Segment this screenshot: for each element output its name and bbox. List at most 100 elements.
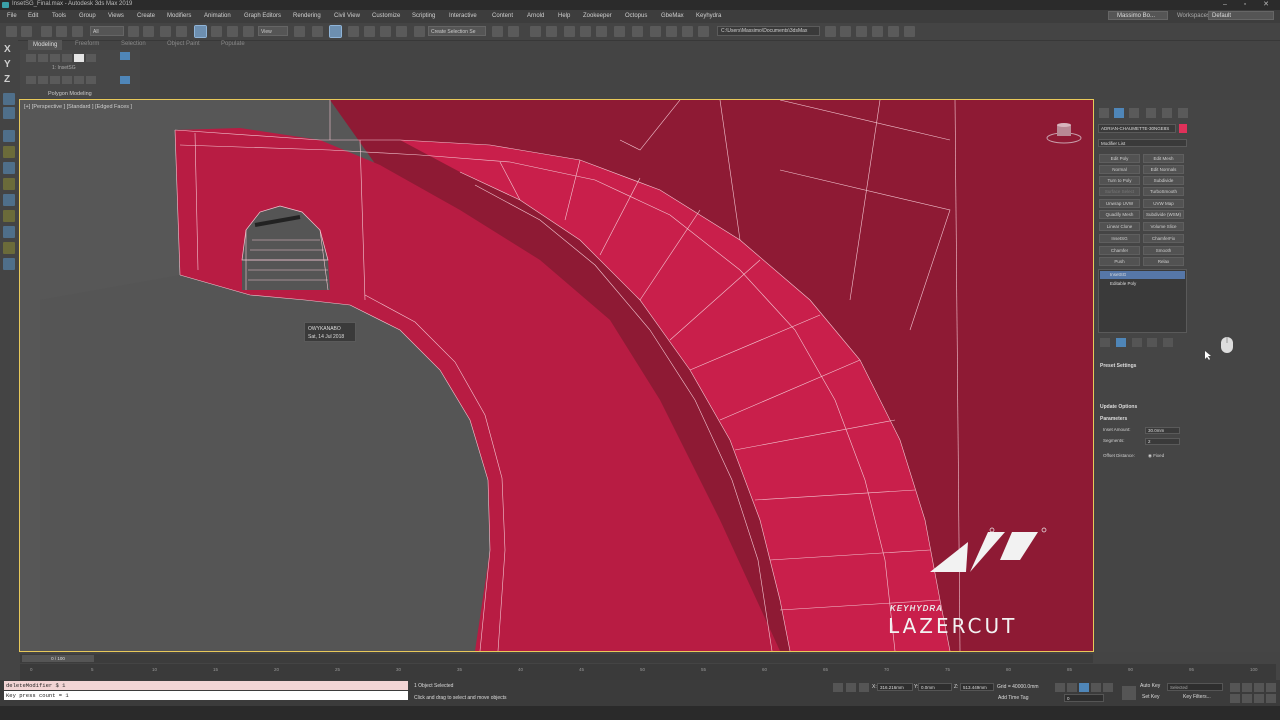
axis-xy-icon[interactable] bbox=[3, 93, 15, 105]
curve-editor-icon[interactable] bbox=[580, 26, 591, 37]
menu-civil-view[interactable]: Civil View bbox=[334, 13, 360, 19]
window-crossing-icon[interactable] bbox=[176, 26, 187, 37]
ribbon-icon[interactable] bbox=[50, 76, 60, 84]
toolbar-extra-icon-6[interactable] bbox=[904, 26, 915, 37]
display-tab-icon[interactable] bbox=[1162, 108, 1172, 118]
modifier-button[interactable]: Volume Slice bbox=[1143, 222, 1184, 231]
modifier-button[interactable]: Unwrap UVW bbox=[1099, 199, 1140, 208]
modifier-button[interactable]: Edit Normals bbox=[1143, 165, 1184, 174]
selection-lock-icon[interactable] bbox=[846, 683, 856, 692]
zoom-icon[interactable] bbox=[1230, 683, 1240, 692]
left-tool-icon[interactable] bbox=[3, 210, 15, 222]
modify-tab-icon[interactable] bbox=[1114, 108, 1124, 118]
unlink-icon[interactable] bbox=[56, 26, 67, 37]
set-key-button[interactable]: Set Key bbox=[1142, 694, 1160, 700]
toolbar-extra-icon-4[interactable] bbox=[872, 26, 883, 37]
select-move-icon[interactable] bbox=[194, 25, 207, 38]
modifier-button[interactable]: Normal bbox=[1099, 165, 1140, 174]
left-tool-icon[interactable] bbox=[3, 130, 15, 142]
modifier-button[interactable]: Chamfer bbox=[1099, 246, 1140, 255]
ribbon-icon[interactable] bbox=[26, 54, 36, 62]
workspaces-dropdown[interactable]: Default bbox=[1208, 11, 1274, 20]
spinner-snap-icon[interactable] bbox=[396, 26, 407, 37]
render-iterative-icon[interactable] bbox=[682, 26, 693, 37]
select-scale-icon[interactable] bbox=[227, 26, 238, 37]
hierarchy-tab-icon[interactable] bbox=[1129, 108, 1139, 118]
schematic-view-icon[interactable] bbox=[596, 26, 607, 37]
menu-customize[interactable]: Customize bbox=[372, 13, 400, 19]
ribbon-tab-freeform[interactable]: Freeform bbox=[75, 41, 99, 47]
left-tool-icon[interactable] bbox=[3, 146, 15, 158]
object-name-field[interactable]: ADRIAN-CHAUMETTE-30NGE8S bbox=[1098, 124, 1176, 133]
menu-rendering[interactable]: Rendering bbox=[293, 13, 321, 19]
modifier-button[interactable]: Push bbox=[1099, 257, 1140, 266]
modifier-button[interactable]: Subdivide (WSM) bbox=[1143, 210, 1184, 219]
left-tool-icon[interactable] bbox=[3, 258, 15, 270]
menu-views[interactable]: Views bbox=[108, 13, 124, 19]
ribbon-icon[interactable] bbox=[50, 54, 60, 62]
redo-icon[interactable] bbox=[21, 26, 32, 37]
pan-icon[interactable] bbox=[1242, 694, 1252, 703]
remove-modifier-icon[interactable] bbox=[1147, 338, 1157, 347]
menu-animation[interactable]: Animation bbox=[204, 13, 231, 19]
left-tool-icon[interactable] bbox=[3, 162, 15, 174]
stack-item-editable-poly[interactable]: Editable Poly bbox=[1100, 280, 1185, 288]
mirror-icon[interactable] bbox=[492, 26, 503, 37]
rollout-parameters[interactable]: Parameters bbox=[1100, 415, 1182, 423]
ribbon-icon[interactable] bbox=[74, 76, 84, 84]
play-icon[interactable] bbox=[1079, 683, 1089, 692]
toolbar-extra-icon-3[interactable] bbox=[856, 26, 867, 37]
set-key-icon[interactable] bbox=[1122, 686, 1136, 700]
menu-file[interactable]: File bbox=[7, 13, 17, 19]
pin-stack-icon[interactable] bbox=[1100, 338, 1110, 347]
ribbon-tab-populate[interactable]: Populate bbox=[221, 41, 245, 47]
toolbar-extra-icon-5[interactable] bbox=[888, 26, 899, 37]
axis-x-constraint[interactable]: X bbox=[4, 44, 11, 55]
project-path-dropdown[interactable]: C:\Users\Massimo\Documents\3dsMax bbox=[717, 26, 820, 36]
viewcube-icon[interactable] bbox=[1046, 122, 1082, 144]
material-editor-icon[interactable] bbox=[614, 26, 625, 37]
app-icon[interactable] bbox=[2, 2, 9, 8]
minimize-button[interactable]: – bbox=[1216, 0, 1234, 10]
edit-named-selection-icon[interactable] bbox=[414, 26, 425, 37]
menu-group[interactable]: Group bbox=[79, 13, 96, 19]
left-tool-icon[interactable] bbox=[3, 194, 15, 206]
select-place-icon[interactable] bbox=[243, 26, 254, 37]
angle-snap-icon[interactable] bbox=[364, 26, 375, 37]
motion-tab-icon[interactable] bbox=[1146, 108, 1156, 118]
rendered-frame-icon[interactable] bbox=[650, 26, 661, 37]
maximize-button[interactable]: ▫ bbox=[1236, 0, 1254, 10]
toolbar-extra-icon-2[interactable] bbox=[840, 26, 851, 37]
align-icon[interactable] bbox=[508, 26, 519, 37]
percent-snap-icon[interactable] bbox=[380, 26, 391, 37]
orbit-icon[interactable] bbox=[1254, 694, 1264, 703]
left-tool-icon[interactable] bbox=[3, 226, 15, 238]
menu-edit[interactable]: Edit bbox=[28, 13, 38, 19]
ribbon-icon[interactable] bbox=[26, 76, 36, 84]
pivot-center-icon[interactable] bbox=[294, 26, 305, 37]
selection-region-icon[interactable] bbox=[160, 26, 171, 37]
select-object-icon[interactable] bbox=[128, 26, 139, 37]
modifier-button[interactable]: Linear Clone bbox=[1099, 222, 1140, 231]
menu-tools[interactable]: Tools bbox=[52, 13, 66, 19]
x-coordinate-field[interactable]: 316.216mm bbox=[877, 683, 913, 691]
user-menu[interactable]: Massimo Bo... bbox=[1108, 11, 1168, 20]
axis-xz-icon[interactable] bbox=[3, 107, 15, 119]
ribbon-toggle-icon[interactable] bbox=[564, 26, 575, 37]
menu-zookeeper[interactable]: Zookeeper bbox=[583, 13, 612, 19]
ribbon-icon[interactable] bbox=[120, 76, 130, 84]
menu-octopus[interactable]: Octopus bbox=[625, 13, 647, 19]
modifier-button[interactable]: UVW Map bbox=[1143, 199, 1184, 208]
create-tab-icon[interactable] bbox=[1099, 108, 1109, 118]
select-rotate-icon[interactable] bbox=[211, 26, 222, 37]
rollout-preset-settings[interactable]: Preset Settings bbox=[1100, 362, 1182, 370]
link-icon[interactable] bbox=[41, 26, 52, 37]
render-setup-icon[interactable] bbox=[632, 26, 643, 37]
toolbar-extra-icon-1[interactable] bbox=[825, 26, 836, 37]
keyboard-shortcut-toggle-icon[interactable] bbox=[329, 25, 342, 38]
add-time-tag[interactable]: Add Time Tag bbox=[998, 695, 1028, 701]
menu-content[interactable]: Content bbox=[492, 13, 513, 19]
zoom-extents-all-icon[interactable] bbox=[1266, 683, 1276, 692]
left-tool-icon[interactable] bbox=[3, 242, 15, 254]
modifier-button[interactable]: Edit Mesh bbox=[1143, 154, 1184, 163]
